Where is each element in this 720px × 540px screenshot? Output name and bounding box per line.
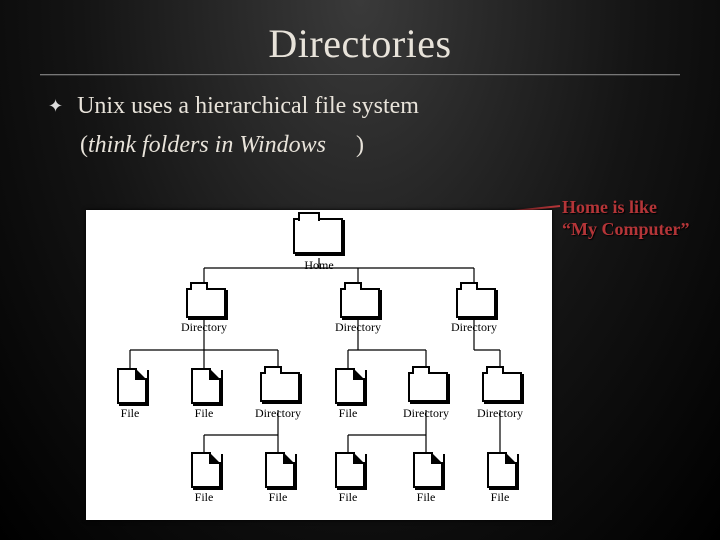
r3-0-icon — [191, 452, 221, 488]
annotation: Home is like “My Computer” — [562, 196, 689, 240]
paren-close: ) — [356, 132, 364, 158]
r3-3-label: File — [396, 490, 456, 505]
r2-1-icon — [191, 368, 221, 404]
r2-5-icon — [482, 372, 522, 402]
r2-0-icon — [117, 368, 147, 404]
diagram-panel: Home Directory Directory Directory File … — [86, 210, 552, 520]
r3-2-label: File — [318, 490, 378, 505]
r2-5-label: Directory — [470, 406, 530, 421]
r3-4-label: File — [470, 490, 530, 505]
r3-1-icon — [265, 452, 295, 488]
dir-b-label: Directory — [328, 320, 388, 335]
dir-b-icon — [340, 288, 380, 318]
subline: (think folders in Windows ) — [80, 132, 364, 159]
r2-4-icon — [408, 372, 448, 402]
r2-1-label: File — [174, 406, 234, 421]
title-divider — [40, 74, 680, 76]
r2-2-icon — [260, 372, 300, 402]
dir-a-icon — [186, 288, 226, 318]
connector-lines — [86, 210, 552, 520]
annotation-line2: “My Computer” — [562, 218, 689, 240]
r2-0-label: File — [100, 406, 160, 421]
dir-a-label: Directory — [174, 320, 234, 335]
bullet-icon: ✦ — [48, 92, 63, 120]
r2-4-label: Directory — [396, 406, 456, 421]
dir-c-label: Directory — [444, 320, 504, 335]
slide: Directories ✦ Unix uses a hierarchical f… — [0, 0, 720, 540]
r2-3-label: File — [318, 406, 378, 421]
r3-3-icon — [413, 452, 443, 488]
slide-title: Directories — [0, 20, 720, 67]
dir-c-icon — [456, 288, 496, 318]
paren-open: ( — [80, 132, 88, 158]
home-folder-icon — [293, 218, 343, 254]
r3-4-icon — [487, 452, 517, 488]
r3-1-label: File — [248, 490, 308, 505]
r3-2-icon — [335, 452, 365, 488]
bullet-row: ✦ Unix uses a hierarchical file system — [48, 92, 680, 120]
subline-italic: think folders in Windows — [88, 132, 326, 158]
bullet-text: Unix uses a hierarchical file system — [77, 92, 419, 120]
r2-3-icon — [335, 368, 365, 404]
home-label: Home — [289, 258, 349, 273]
r3-0-label: File — [174, 490, 234, 505]
r2-2-label: Directory — [248, 406, 308, 421]
annotation-line1: Home is like — [562, 196, 689, 218]
